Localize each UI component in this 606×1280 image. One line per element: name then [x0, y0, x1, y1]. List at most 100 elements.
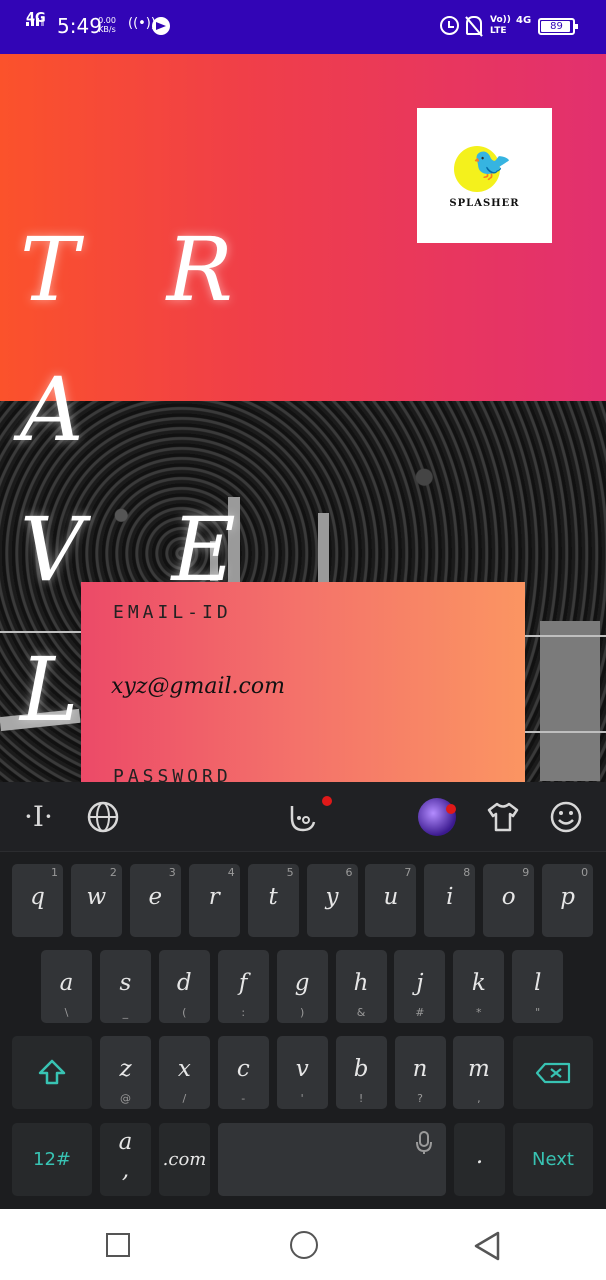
- key-w[interactable]: w2: [70, 864, 122, 937]
- key-q[interactable]: q1: [12, 864, 63, 937]
- key-c-label: c: [236, 1056, 250, 1082]
- numbers-key-label: 12#: [33, 1149, 71, 1170]
- next-key-label: Next: [532, 1149, 574, 1170]
- key-n-alt: ?: [417, 1092, 423, 1105]
- dotcom-key-label: .com: [162, 1149, 207, 1170]
- globe-icon[interactable]: [86, 800, 120, 834]
- key-m-alt: ,: [477, 1092, 481, 1105]
- key-b[interactable]: b!: [335, 1036, 387, 1109]
- key-a[interactable]: a \: [41, 950, 92, 1023]
- key-c[interactable]: c-: [217, 1036, 269, 1109]
- speed-unit: KB/s: [98, 25, 116, 34]
- next-key[interactable]: Next: [513, 1123, 593, 1196]
- key-d[interactable]: d(: [158, 950, 210, 1023]
- key-f[interactable]: f:: [217, 950, 269, 1023]
- battery-level: 89: [550, 21, 563, 32]
- key-t-alt: 5: [286, 866, 294, 879]
- mute-icon: [466, 16, 482, 35]
- key-l[interactable]: l ": [512, 950, 564, 1023]
- comma-key[interactable]: a,: [100, 1123, 151, 1196]
- key-v[interactable]: v ': [276, 1036, 328, 1109]
- soft-keyboard: ·I· q 1 w 2 e 3 r 4 t 5 y 6 u 7 i 8 o 9 p 0 a \ s _ d(f: g) h & j # k *…: [0, 782, 606, 1209]
- key-n-label: n: [412, 1056, 428, 1082]
- key-n[interactable]: n?: [394, 1036, 446, 1109]
- period-key-label: .: [475, 1143, 484, 1169]
- period-key[interactable]: .: [454, 1123, 505, 1196]
- key-u-alt: 7: [404, 866, 412, 879]
- key-x[interactable]: x /: [158, 1036, 210, 1109]
- key-r-label: r: [208, 884, 220, 910]
- key-c-alt: -: [241, 1092, 246, 1105]
- key-p[interactable]: p0: [542, 864, 594, 937]
- key-x-alt: /: [182, 1092, 187, 1105]
- key-t-label: t: [268, 884, 278, 910]
- key-e[interactable]: e3: [129, 864, 181, 937]
- keyboard-toolbar: ·I·: [0, 782, 606, 852]
- key-m-label: m: [467, 1056, 490, 1082]
- key-r[interactable]: r4: [188, 864, 240, 937]
- fence-wire: [525, 731, 606, 733]
- cursor-icon[interactable]: ·I·: [24, 800, 53, 834]
- home-icon[interactable]: [290, 1231, 318, 1259]
- back-icon[interactable]: [472, 1230, 502, 1266]
- key-d-alt: (: [182, 1006, 187, 1019]
- title-line-1: T R A: [20, 218, 263, 461]
- backspace-key[interactable]: [513, 1036, 593, 1109]
- key-w-alt: 2: [109, 866, 117, 879]
- notification-dot: [446, 804, 456, 814]
- key-a-alt: \: [64, 1006, 69, 1019]
- key-q-alt: 1: [51, 866, 58, 879]
- key-o[interactable]: o9: [483, 864, 535, 937]
- key-i[interactable]: i8: [424, 864, 476, 937]
- key-i-label: i: [446, 884, 454, 910]
- email-input[interactable]: xyz@gmail.com: [111, 674, 285, 699]
- key-m[interactable]: m,: [453, 1036, 505, 1109]
- key-g-label: g: [294, 970, 310, 996]
- key-e-alt: 3: [168, 866, 176, 879]
- status-bar: 4G 5:49 0.00 KB/s ((•)) Vo)) LTE 4G 89: [0, 0, 606, 54]
- space-key[interactable]: [218, 1123, 446, 1196]
- network-speed: 0.00 KB/s: [96, 16, 118, 34]
- key-p-alt: 0: [581, 866, 589, 879]
- key-o-label: o: [501, 884, 516, 910]
- key-g[interactable]: g): [276, 950, 328, 1023]
- shift-key[interactable]: [12, 1036, 92, 1109]
- voice-icon[interactable]: [286, 800, 320, 842]
- key-t[interactable]: t5: [247, 864, 299, 937]
- email-label: EMAIL-ID: [113, 602, 232, 623]
- comma-key-top: a: [118, 1129, 133, 1155]
- key-r-alt: 4: [227, 866, 235, 879]
- key-j-label: j: [416, 970, 424, 996]
- key-s[interactable]: s _: [99, 950, 151, 1023]
- password-label: PASSWORD: [113, 766, 232, 782]
- emoji-icon[interactable]: [549, 800, 583, 842]
- key-u[interactable]: u7: [365, 864, 417, 937]
- key-v-label: v: [295, 1056, 309, 1082]
- key-j[interactable]: j #: [394, 950, 446, 1023]
- key-p-label: p: [560, 884, 575, 910]
- logo-text: SPLASHER: [449, 198, 520, 209]
- key-k[interactable]: k *: [453, 950, 505, 1023]
- backspace-icon: [535, 1062, 571, 1084]
- key-y[interactable]: y6: [306, 864, 358, 937]
- shift-icon: [38, 1059, 66, 1085]
- key-b-alt: !: [358, 1092, 364, 1105]
- key-i-alt: 8: [463, 866, 471, 879]
- key-h-label: h: [353, 970, 369, 996]
- shirt-icon[interactable]: [486, 800, 520, 842]
- login-card: EMAIL-ID xyz@gmail.com PASSWORD: [81, 582, 525, 782]
- volte-indicator: Vo)) LTE: [490, 15, 511, 36]
- key-h[interactable]: h &: [335, 950, 387, 1023]
- fence-wire: [525, 635, 606, 637]
- key-v-alt: ': [300, 1092, 304, 1105]
- fence-post: [540, 621, 600, 781]
- mic-icon: [416, 1131, 432, 1154]
- numbers-key[interactable]: 12#: [12, 1123, 92, 1196]
- dotcom-key[interactable]: .com: [159, 1123, 210, 1196]
- key-z[interactable]: z @: [100, 1036, 151, 1109]
- key-f-label: f: [238, 970, 248, 996]
- key-y-alt: 6: [345, 866, 353, 879]
- recents-icon[interactable]: [106, 1233, 130, 1257]
- key-u-label: u: [383, 884, 399, 910]
- key-q-label: q: [30, 884, 45, 910]
